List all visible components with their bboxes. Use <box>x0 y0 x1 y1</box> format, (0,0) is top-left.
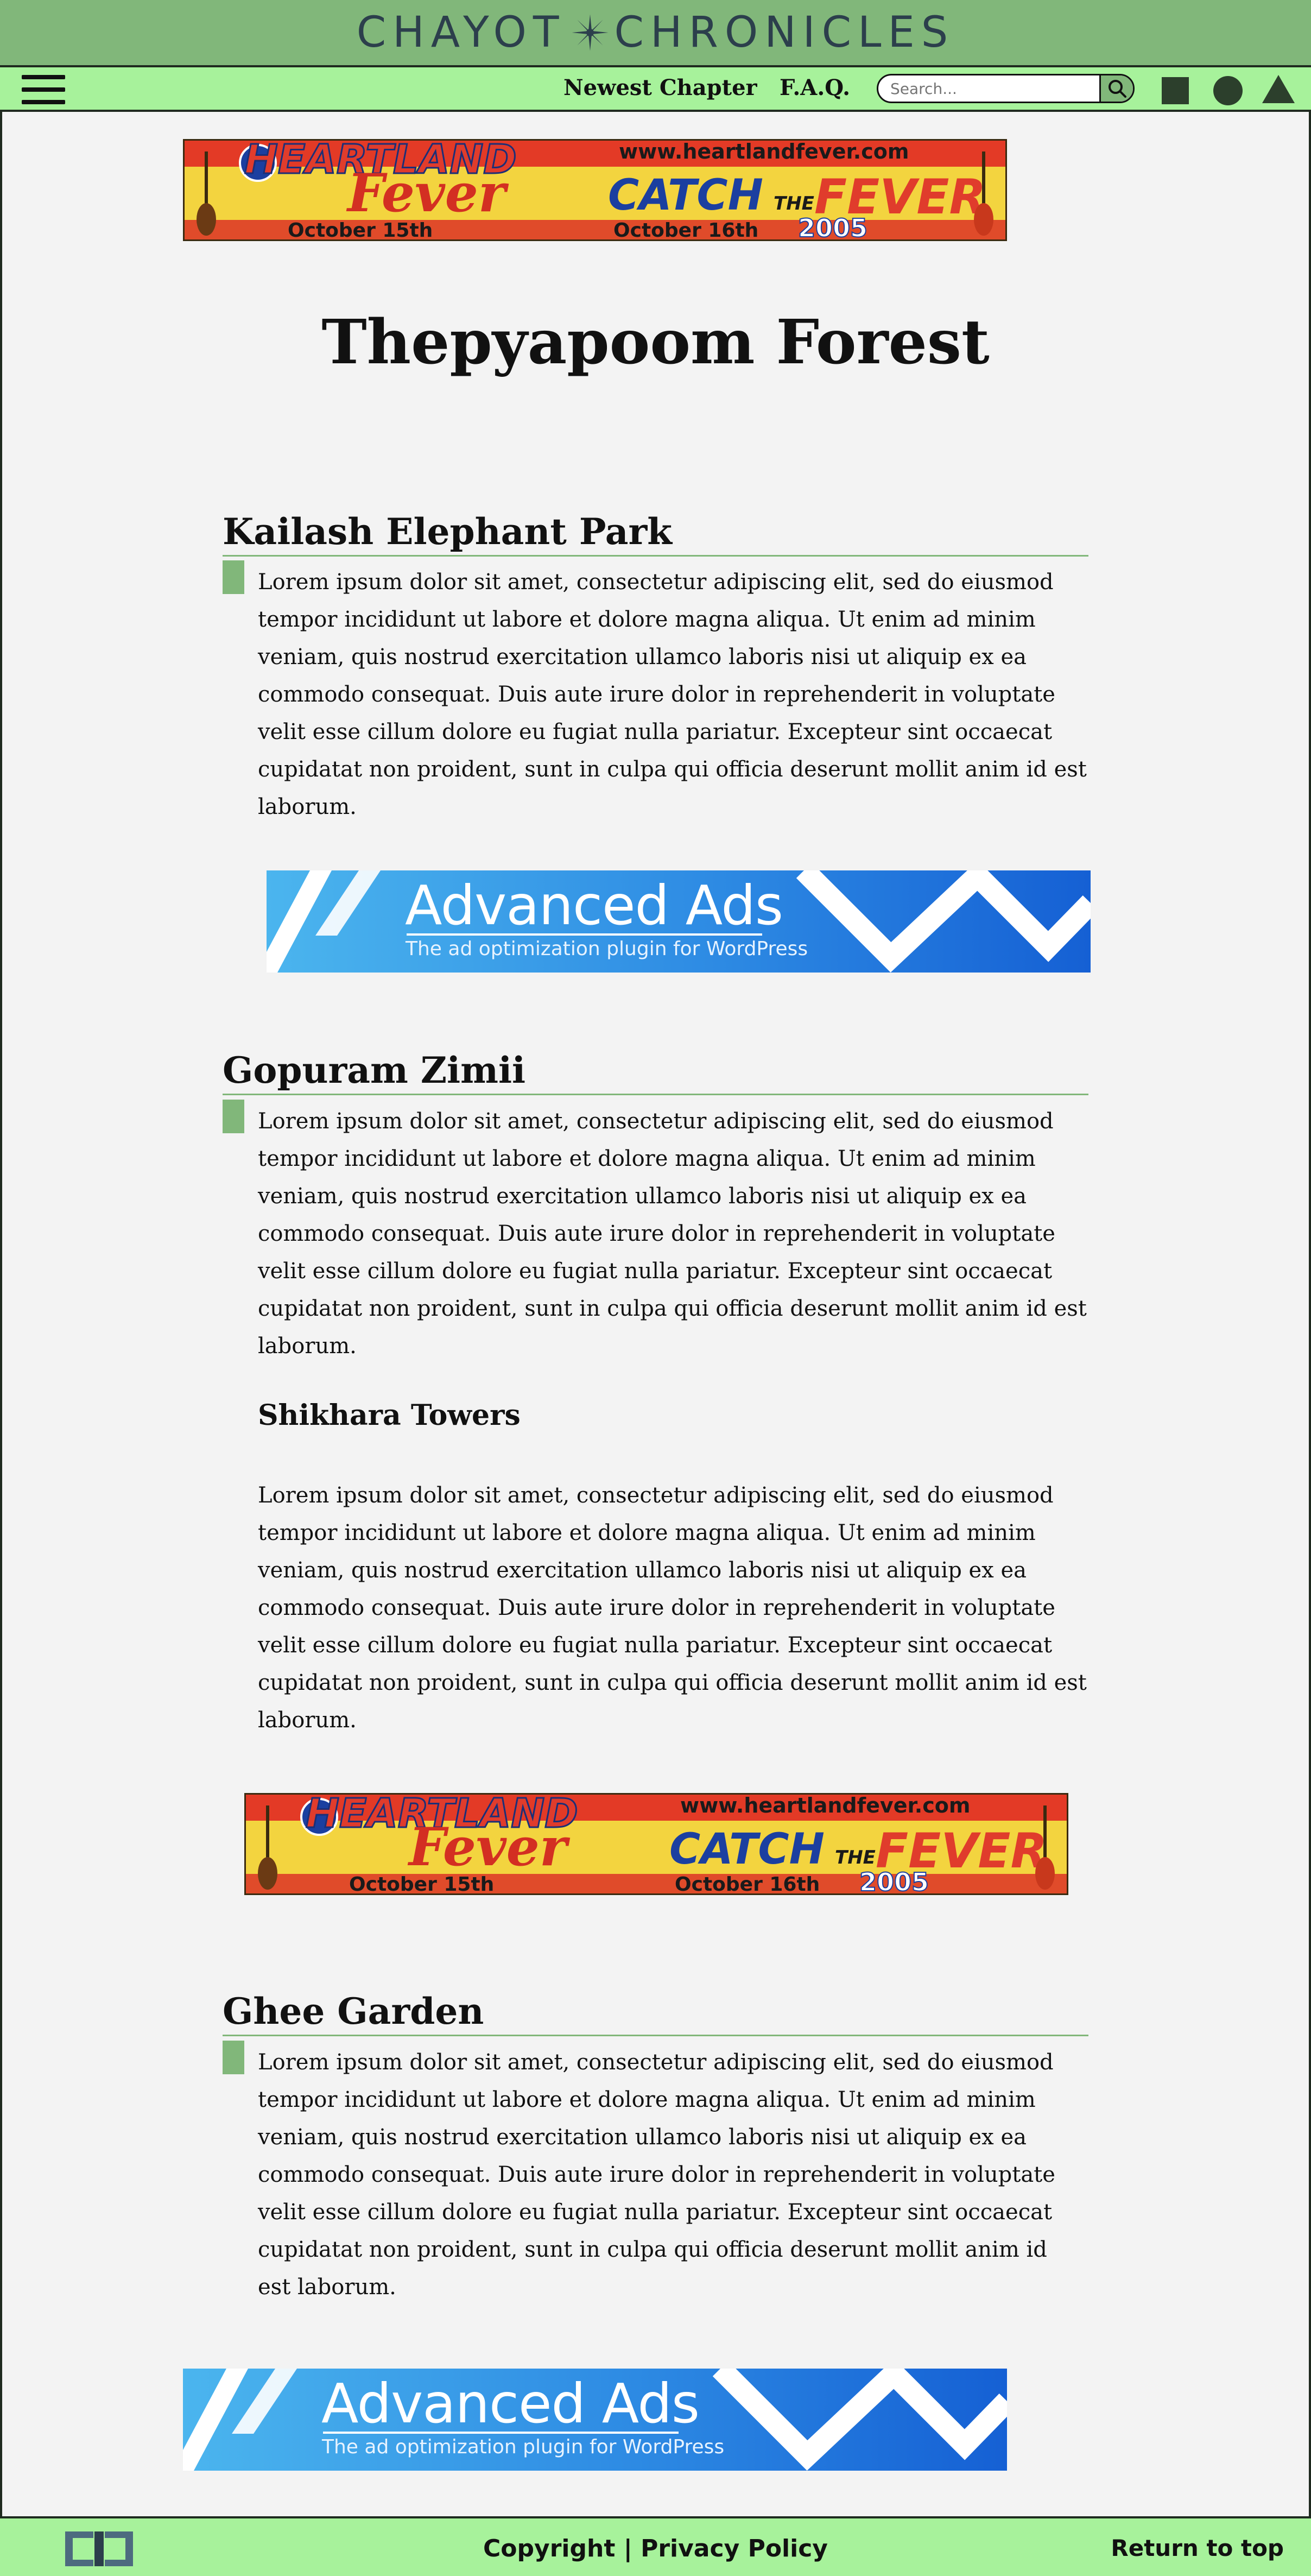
return-to-top-link[interactable]: Return to top <box>1111 2535 1284 2561</box>
footer-separator: | <box>623 2535 632 2562</box>
section-accent-bar <box>223 560 244 594</box>
ad-heartland-year: 2005 <box>797 213 868 241</box>
ad-advanced-subtitle: The ad optimization plugin for WordPress <box>406 938 808 960</box>
ad-advanced-underline <box>407 933 762 936</box>
ad-advanced-title: Advanced Ads <box>321 2372 700 2435</box>
guitar-icon <box>1035 1805 1055 1890</box>
triangle-icon[interactable] <box>1262 75 1295 103</box>
section-text-gopuram: Lorem ipsum dolor sit amet, consectetur … <box>258 1109 1087 1359</box>
site-brand[interactable]: CHAYOT CHRONICLES <box>357 8 955 57</box>
copyright-link[interactable]: Copyright <box>483 2535 615 2562</box>
search-button[interactable] <box>1099 75 1133 102</box>
ad-heartland-date2: October 16th <box>613 219 759 241</box>
section-accent-bar <box>223 1100 244 1133</box>
hamburger-menu-icon[interactable] <box>22 75 65 105</box>
ad-heartland-date1: October 15th <box>349 1873 495 1895</box>
footer: Copyright | Privacy Policy Return to top <box>0 2516 1311 2576</box>
ad-banner-heartland[interactable]: HEARTLAND Fever www.heartlandfever.com C… <box>244 1793 1068 1895</box>
ad-heartland-the: THE <box>774 193 814 214</box>
nav-link-newest-chapter[interactable]: Newest Chapter <box>563 75 757 100</box>
ad-banner-advanced-ads[interactable]: Advanced Ads The ad optimization plugin … <box>267 870 1091 973</box>
subsection-text-shikhara: Lorem ipsum dolor sit amet, consectetur … <box>258 1483 1087 1733</box>
square-icon[interactable] <box>1162 77 1189 104</box>
ad-heartland-catch: CATCH <box>608 171 763 220</box>
ad-heartland-fever: Fever <box>409 1816 567 1878</box>
ad-advanced-subtitle: The ad optimization plugin for WordPress <box>322 2436 725 2458</box>
ad-heartland-year: 2005 <box>859 1867 929 1895</box>
search-input[interactable] <box>878 75 1101 102</box>
brand-right: CHRONICLES <box>614 8 955 57</box>
search-icon <box>1108 80 1126 98</box>
section-text-kailash: Lorem ipsum dolor sit amet, consectetur … <box>258 570 1087 819</box>
search-box <box>877 74 1135 103</box>
brand-bar: CHAYOT CHRONICLES <box>0 0 1311 67</box>
section-accent-bar <box>223 2041 244 2074</box>
section-heading-gopuram: Gopuram Zimii <box>223 1049 1088 1095</box>
section-heading-kailash: Kailash Elephant Park <box>223 510 1088 557</box>
brand-left: CHAYOT <box>356 8 566 57</box>
ad-heartland-date1: October 15th <box>288 219 433 241</box>
ad-heartland-url: www.heartlandfever.com <box>680 1794 971 1817</box>
guitar-icon <box>197 151 216 236</box>
ad-heartland-date2: October 16th <box>675 1873 820 1895</box>
star-icon <box>571 14 609 51</box>
page-title: Thepyapoom Forest <box>321 307 990 378</box>
ad-advanced-title: Advanced Ads <box>405 874 783 937</box>
circle-icon[interactable] <box>1213 76 1243 105</box>
subsection-heading-shikhara: Shikhara Towers <box>258 1399 521 1432</box>
ad-advanced-underline <box>323 2432 679 2434</box>
section-text-ghee: Lorem ipsum dolor sit amet, consectetur … <box>258 2050 1055 2300</box>
ad-banner-heartland[interactable]: HEARTLAND Fever www.heartlandfever.com C… <box>183 139 1007 241</box>
ad-heartland-catch: CATCH <box>669 1825 825 1874</box>
guitar-icon <box>258 1805 277 1890</box>
nav-bar: Newest Chapter F.A.Q. <box>0 67 1311 112</box>
ad-heartland-url: www.heartlandfever.com <box>619 140 909 163</box>
ad-banner-advanced-ads[interactable]: Advanced Ads The ad optimization plugin … <box>183 2369 1007 2471</box>
ad-heartland-fever: Fever <box>347 162 506 224</box>
ad-heartland-the: THE <box>835 1847 876 1868</box>
section-heading-ghee: Ghee Garden <box>223 1990 1088 2036</box>
guitar-icon <box>974 151 993 236</box>
privacy-policy-link[interactable]: Privacy Policy <box>641 2535 828 2562</box>
nav-link-faq[interactable]: F.A.Q. <box>780 75 850 100</box>
